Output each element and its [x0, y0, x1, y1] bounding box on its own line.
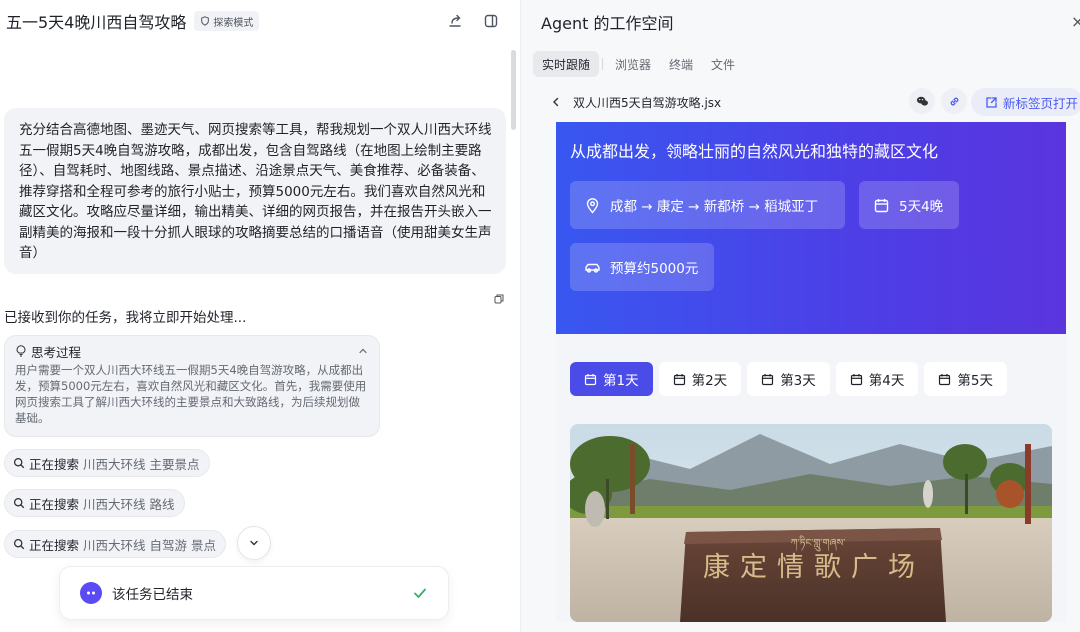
day-tab-4[interactable]: 第4天: [835, 362, 919, 396]
calendar-icon: [874, 198, 889, 212]
chat-scrollbar[interactable]: [511, 50, 516, 130]
kangding-square-photo: ཀ་ཏིང་གླུ་གཞས་ 康定情歌广场: [570, 424, 1052, 622]
share-icon[interactable]: [446, 12, 464, 30]
thinking-header[interactable]: 思考过程: [15, 342, 369, 360]
file-bar: 双人川西5天自驾游攻略.jsx: [549, 92, 721, 112]
route-text: 成都 → 康定 → 新都桥 → 稻城亚丁: [610, 199, 819, 215]
route-pill: 成都 → 康定 → 新都桥 → 稻城亚丁: [570, 181, 845, 229]
chat-pane: 五一5天4晚川西自驾攻略 探索模式 充分结合高德地图、墨迹天气、网页搜索等工具，…: [0, 0, 520, 632]
day-tabs: 第1天 第2天 第3天 第4天 第5天: [570, 362, 1013, 396]
search-chip[interactable]: 正在搜索 川西大环线 路线: [4, 489, 185, 517]
lightbulb-icon: [16, 345, 26, 357]
mode-badge-label: 探索模式: [213, 17, 254, 29]
calendar-icon: [850, 373, 862, 385]
check-icon: [414, 588, 426, 598]
budget-pill: 预算约5000元: [570, 243, 714, 291]
copy-link-button[interactable]: [941, 88, 967, 114]
calendar-icon: [673, 373, 685, 385]
open-new-tab-label: 新标签页打开: [1003, 95, 1079, 111]
wechat-share-button[interactable]: [909, 88, 935, 114]
chat-header: 五一5天4晚川西自驾攻略 探索模式: [0, 8, 510, 34]
workspace-title: Agent 的工作空间: [541, 14, 674, 33]
day-tab-5[interactable]: 第5天: [924, 362, 1007, 396]
wechat-icon: [916, 96, 928, 106]
duration-pill: 5天4晚: [859, 181, 959, 229]
tab-live-follow[interactable]: 实时跟随: [533, 51, 600, 77]
day-tab-2[interactable]: 第2天: [658, 362, 742, 396]
workspace-tabs: 实时跟随 浏览器 终端 文件: [533, 51, 744, 77]
workspace-pane: Agent 的工作空间 × 实时跟随 浏览器 终端 文件 双人川西5天自驾游攻略…: [520, 0, 1080, 632]
budget-text: 预算约5000元: [610, 261, 699, 277]
day-tab-1[interactable]: 第1天: [570, 362, 653, 396]
copy-icon[interactable]: [493, 293, 507, 307]
tab-terminal[interactable]: 终端: [660, 51, 702, 77]
calendar-icon: [584, 373, 597, 385]
day-tab-label: 第1天: [603, 373, 639, 389]
search-chip-query: 川西大环线 路线: [83, 496, 175, 512]
day-tab-label: 第2天: [691, 373, 728, 389]
open-new-tab-button[interactable]: 新标签页打开: [971, 88, 1080, 116]
ack-message: 已接收到你的任务，我将立即开始处理...: [4, 310, 247, 326]
hero-banner: 从成都出发，领略壮丽的自然风光和独特的藏区文化 成都 → 康定 → 新都桥 → …: [556, 122, 1066, 334]
search-chip-label: 正在搜索: [29, 537, 80, 553]
duration-text: 5天4晚: [899, 199, 944, 215]
task-status-card: 该任务已结束: [59, 566, 449, 620]
external-link-icon: [986, 96, 997, 108]
search-chip-query: 川西大环线 主要景点: [83, 456, 200, 472]
chevron-down-icon: [250, 540, 258, 546]
day-tab-label: 第3天: [780, 373, 816, 389]
search-icon: [13, 538, 25, 550]
search-chip-label: 正在搜索: [29, 496, 80, 512]
agent-avatar-icon: [80, 582, 102, 604]
search-chip[interactable]: 正在搜索 川西大环线 主要景点: [4, 449, 210, 477]
user-message: 充分结合高德地图、墨迹天气、网页搜索等工具，帮我规划一个双人川西大环线五一假期5…: [4, 108, 506, 274]
tab-files[interactable]: 文件: [702, 51, 744, 77]
search-chip-label: 正在搜索: [29, 456, 80, 472]
explore-mode-badge[interactable]: 探索模式: [194, 11, 260, 31]
day-tab-label: 第5天: [957, 373, 993, 389]
thinking-panel[interactable]: 思考过程 用户需要一个双人川西大环线五一假期5天4晚自驾游攻略，从成都出发，预算…: [4, 335, 380, 437]
search-chip-query: 川西大环线 自驾游 景点: [83, 537, 216, 553]
chevron-up-icon[interactable]: [357, 345, 369, 357]
kangding-sign-text: 康定情歌广场: [703, 552, 925, 583]
tab-browser[interactable]: 浏览器: [606, 51, 660, 77]
link-icon: [950, 97, 958, 105]
search-chip[interactable]: 正在搜索 川西大环线 自驾游 景点: [4, 530, 226, 558]
calendar-icon: [939, 373, 951, 385]
panel-toggle-icon[interactable]: [482, 12, 500, 30]
day-tab-label: 第4天: [868, 373, 905, 389]
search-icon: [13, 457, 25, 469]
chat-title: 五一5天4晚川西自驾攻略: [6, 13, 187, 32]
report-preview[interactable]: 从成都出发，领略壮丽的自然风光和独特的藏区文化 成都 → 康定 → 新都桥 → …: [556, 122, 1066, 622]
close-icon[interactable]: ×: [1071, 12, 1080, 31]
calendar-icon: [762, 373, 774, 385]
task-status-text: 该任务已结束: [112, 587, 193, 603]
thinking-body: 用户需要一个双人川西大环线五一假期5天4晚自驾游攻略，从成都出发，预算5000元…: [15, 363, 367, 425]
scroll-down-button[interactable]: [237, 526, 271, 560]
location-pin-icon: [586, 197, 599, 214]
kangding-square-image: ཀ་ཏིང་གླུ་གཞས་ 康定情歌广场: [570, 424, 1052, 622]
tab-divider: [602, 58, 604, 70]
file-name: 双人川西5天自驾游攻略.jsx: [573, 95, 722, 110]
day-tab-3[interactable]: 第3天: [747, 362, 830, 396]
car-icon: [585, 263, 600, 273]
shield-icon: [201, 16, 210, 26]
thinking-title: 思考过程: [31, 344, 82, 360]
hero-subtitle: 从成都出发，领略壮丽的自然风光和独特的藏区文化: [570, 142, 939, 161]
back-icon[interactable]: [549, 95, 563, 109]
search-icon: [13, 497, 25, 509]
